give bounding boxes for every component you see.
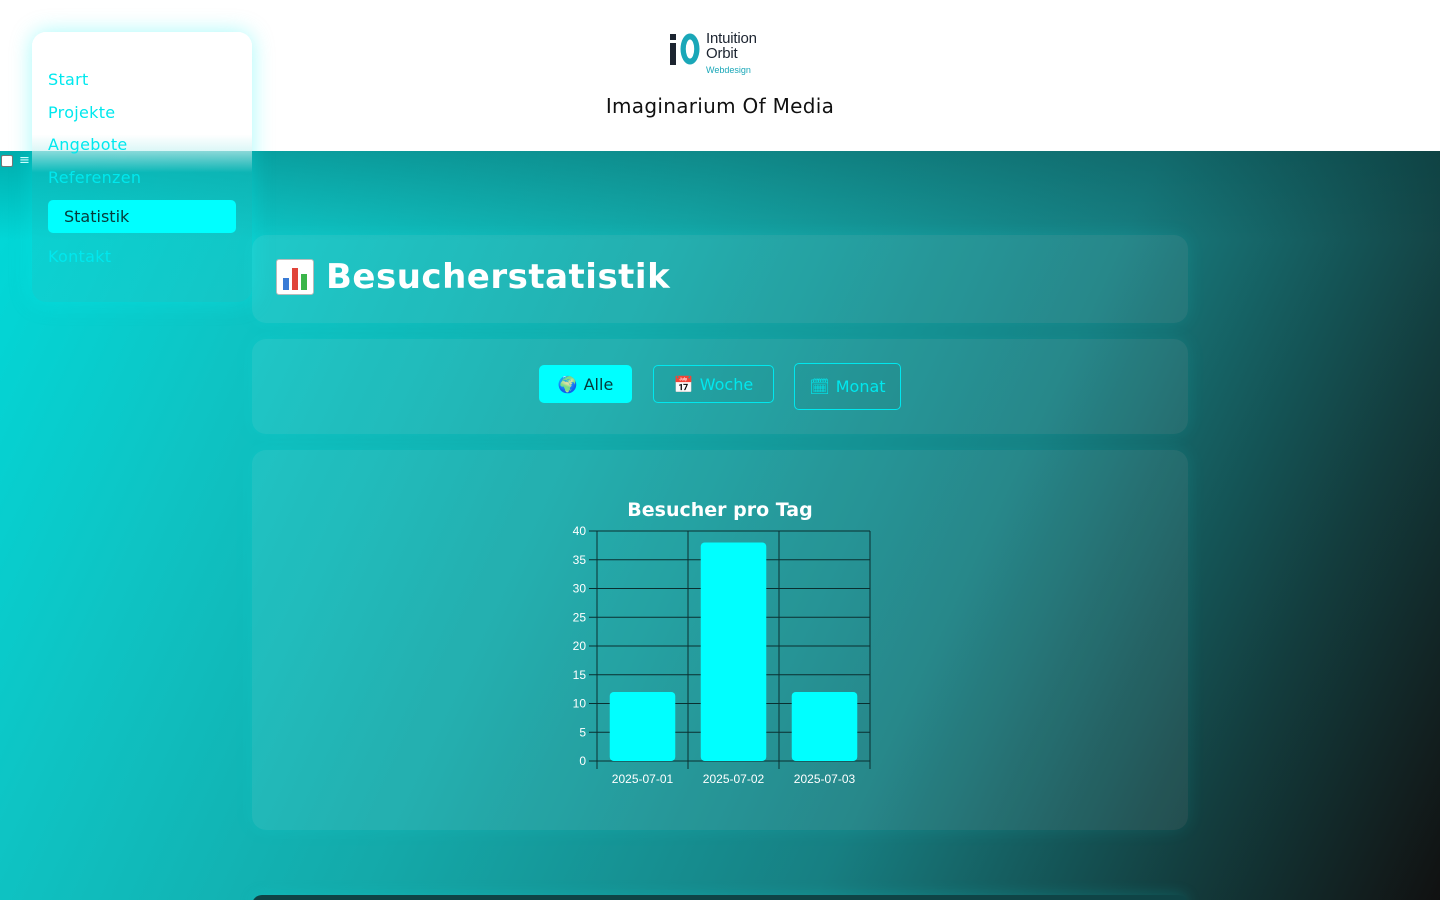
sidebar-item-referenzen[interactable]: Referenzen	[48, 168, 141, 187]
chart-bar	[791, 692, 858, 761]
logo-icon	[670, 33, 700, 65]
page-title: Besucherstatistik	[276, 257, 670, 297]
sidebar-item-angebote[interactable]: Angebote	[48, 135, 128, 154]
filter-month-button[interactable]: 🗓 Monat	[794, 363, 901, 410]
logo-line-2: Orbit	[706, 45, 738, 62]
sidebar-item-kontakt[interactable]: Kontakt	[48, 247, 111, 266]
filter-all-label: Alle	[583, 374, 614, 394]
next-section-panel	[252, 895, 1188, 900]
chart-bar	[609, 692, 676, 761]
chart-bar	[700, 542, 767, 761]
visitor-chart: Besucher pro Tag 0 5 10 15 20 25 30 35 40 2025-07…	[573, 499, 871, 786]
month-calendar-icon: 🗓	[809, 377, 830, 396]
heading-panel: Besucherstatistik	[252, 235, 1188, 323]
filter-week-button[interactable]: 📅 Woche	[653, 365, 774, 403]
sidebar-item-label: Statistik	[64, 207, 130, 226]
x-tick-label: 2025-07-01	[612, 772, 674, 786]
globe-icon: 🌍	[557, 374, 578, 394]
filter-week-label: Woche	[699, 374, 754, 394]
y-tick-label: 25	[573, 610, 587, 624]
sidebar-item-start[interactable]: Start	[48, 70, 89, 89]
y-tick-label: 10	[573, 697, 587, 711]
y-tick-label: 0	[579, 754, 586, 768]
filter-month-label: Monat	[835, 377, 886, 396]
hamburger-icon[interactable]: ≡	[19, 153, 30, 168]
chart-title: Besucher pro Tag	[627, 499, 812, 521]
y-tick-label: 15	[573, 668, 587, 682]
page-title-text: Besucherstatistik	[326, 257, 671, 297]
y-tick-label: 20	[573, 639, 587, 653]
logo[interactable]: Intuition Orbit Webdesign	[669, 30, 779, 76]
y-tick-label: 5	[579, 725, 586, 739]
y-tick-label: 40	[573, 524, 587, 538]
logo-wordmark: Intuition Orbit	[706, 31, 757, 61]
x-tick-label: 2025-07-02	[703, 772, 765, 786]
calendar-icon: 📅	[673, 374, 694, 394]
menu-toggle-checkbox[interactable]	[1, 155, 13, 167]
bar-chart-icon	[276, 259, 314, 295]
logo-line-1: Intuition	[706, 30, 757, 47]
y-tick-label: 35	[573, 553, 587, 567]
logo-subtitle: Webdesign	[706, 65, 751, 75]
sidebar-item-statistik[interactable]: Statistik	[48, 200, 236, 233]
sidebar-nav: Start Projekte Angebote Referenzen Stati…	[32, 32, 252, 302]
filter-all-button[interactable]: 🌍 Alle	[539, 365, 632, 403]
chart-panel: Besucher pro Tag 0 5 10 15 20 25 30 35 40 2025-07…	[252, 450, 1188, 830]
filter-panel: 🌍 Alle 📅 Woche 🗓 Monat	[252, 339, 1188, 434]
sidebar-item-projekte[interactable]: Projekte	[48, 103, 115, 122]
x-tick-label: 2025-07-03	[794, 772, 856, 786]
y-tick-label: 30	[573, 582, 587, 596]
